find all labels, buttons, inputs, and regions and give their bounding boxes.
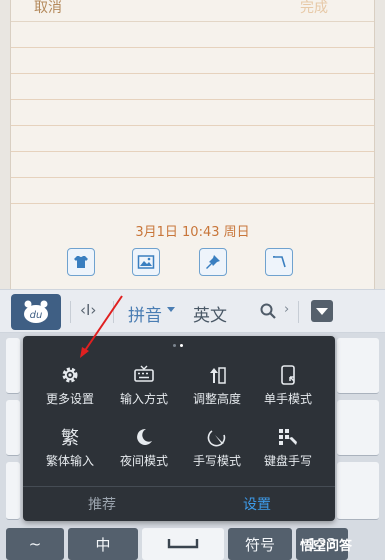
keyboard-key[interactable] <box>6 400 20 456</box>
done-button[interactable]: 完成 <box>300 0 328 17</box>
note-timestamp: 3月1日 10:43 周日 <box>135 225 250 240</box>
shirt-button[interactable] <box>67 248 95 276</box>
bear-paw-icon: du <box>24 300 48 323</box>
cursor-move-button[interactable]: ‹I› <box>80 301 96 319</box>
handwriting-mode-item[interactable]: 手写模式 <box>178 426 256 482</box>
night-mode-item[interactable]: 夜间模式 <box>105 426 183 482</box>
logo-text: du <box>30 310 43 321</box>
item-label: 键盘手写 <box>263 454 312 468</box>
symbols-key[interactable]: 符号 <box>228 528 292 560</box>
moon-icon <box>137 428 152 445</box>
adjust-height-item[interactable]: 调整高度 <box>178 364 256 420</box>
editor-tool-row <box>11 248 374 276</box>
popup-pointer <box>173 516 187 521</box>
space-bar-icon <box>167 539 199 549</box>
page-dot <box>173 344 176 347</box>
chinese-switch-key[interactable]: 中 <box>68 528 138 560</box>
tab-settings[interactable]: 设置 <box>243 494 271 514</box>
pin-icon <box>206 255 220 269</box>
item-label: 手写模式 <box>192 454 241 468</box>
note-text-area[interactable] <box>11 22 374 220</box>
keyboard-handwriting-icon <box>279 429 297 445</box>
toolbar-divider <box>70 301 71 323</box>
keyboard-key[interactable] <box>337 338 379 394</box>
keyboard-toolbar: du ‹I› 拼音 英文 › <box>0 289 385 333</box>
tab-recommended[interactable]: 推荐 <box>88 494 116 514</box>
chevron-right-icon[interactable]: › <box>284 302 289 317</box>
toolbar-divider <box>113 301 114 323</box>
watermark-text: 悟空问答 <box>300 539 353 554</box>
corner-icon <box>273 256 286 268</box>
space-key[interactable] <box>142 528 224 560</box>
traditional-input-item[interactable]: 繁 繁体输入 <box>31 426 109 482</box>
one-hand-mode-item[interactable]: 单手模式 <box>249 364 327 420</box>
pin-button[interactable] <box>199 248 227 276</box>
image-icon <box>137 255 155 269</box>
keyboard-key[interactable] <box>6 338 20 394</box>
item-label: 更多设置 <box>45 392 94 406</box>
gear-icon <box>62 367 78 383</box>
pinyin-mode-button[interactable]: 拼音 <box>128 301 162 326</box>
chevron-down-icon <box>167 307 175 312</box>
keyboard-handwriting-item[interactable]: 键盘手写 <box>249 426 327 482</box>
popup-divider <box>23 486 335 487</box>
item-label: 繁体输入 <box>45 454 94 468</box>
input-method-item[interactable]: 输入方式 <box>105 364 183 420</box>
keyboard-icon <box>134 365 154 382</box>
keyboard-key[interactable] <box>337 400 379 456</box>
page-dot-active <box>180 344 183 347</box>
toolbar-divider <box>298 301 299 323</box>
one-hand-icon <box>281 365 295 385</box>
handwriting-icon <box>207 430 226 447</box>
svg-text:繁: 繁 <box>61 428 79 448</box>
cancel-button[interactable]: 取消 <box>34 0 62 17</box>
note-editor: 取消 完成 3月1日 10:43 周日 <box>10 0 375 289</box>
editor-top-bar: 取消 完成 <box>11 0 374 22</box>
height-icon <box>210 367 226 384</box>
item-label: 单手模式 <box>263 392 312 406</box>
keyboard-key[interactable] <box>6 462 20 520</box>
item-label: 夜间模式 <box>119 454 168 468</box>
item-label: 输入方式 <box>119 392 168 406</box>
settings-popup: 更多设置 输入方式 调整高度 单手模式 繁 繁体输入 夜间模式 手写模式 键盘手… <box>23 336 335 521</box>
collapse-keyboard-button[interactable] <box>311 300 333 322</box>
shirt-icon <box>74 256 88 268</box>
corner-button[interactable] <box>265 248 293 276</box>
baidu-logo-button[interactable]: du <box>11 294 61 330</box>
page-indicator <box>173 344 187 348</box>
english-mode-button[interactable]: 英文 <box>193 301 227 326</box>
more-settings-item[interactable]: 更多设置 <box>31 364 109 420</box>
keyboard-key[interactable] <box>337 462 379 520</box>
tilde-key[interactable]: ~ <box>6 528 64 560</box>
image-button[interactable] <box>132 248 160 276</box>
search-icon[interactable] <box>259 302 277 320</box>
item-label: 调整高度 <box>192 392 241 406</box>
traditional-char-icon: 繁 <box>61 428 79 448</box>
